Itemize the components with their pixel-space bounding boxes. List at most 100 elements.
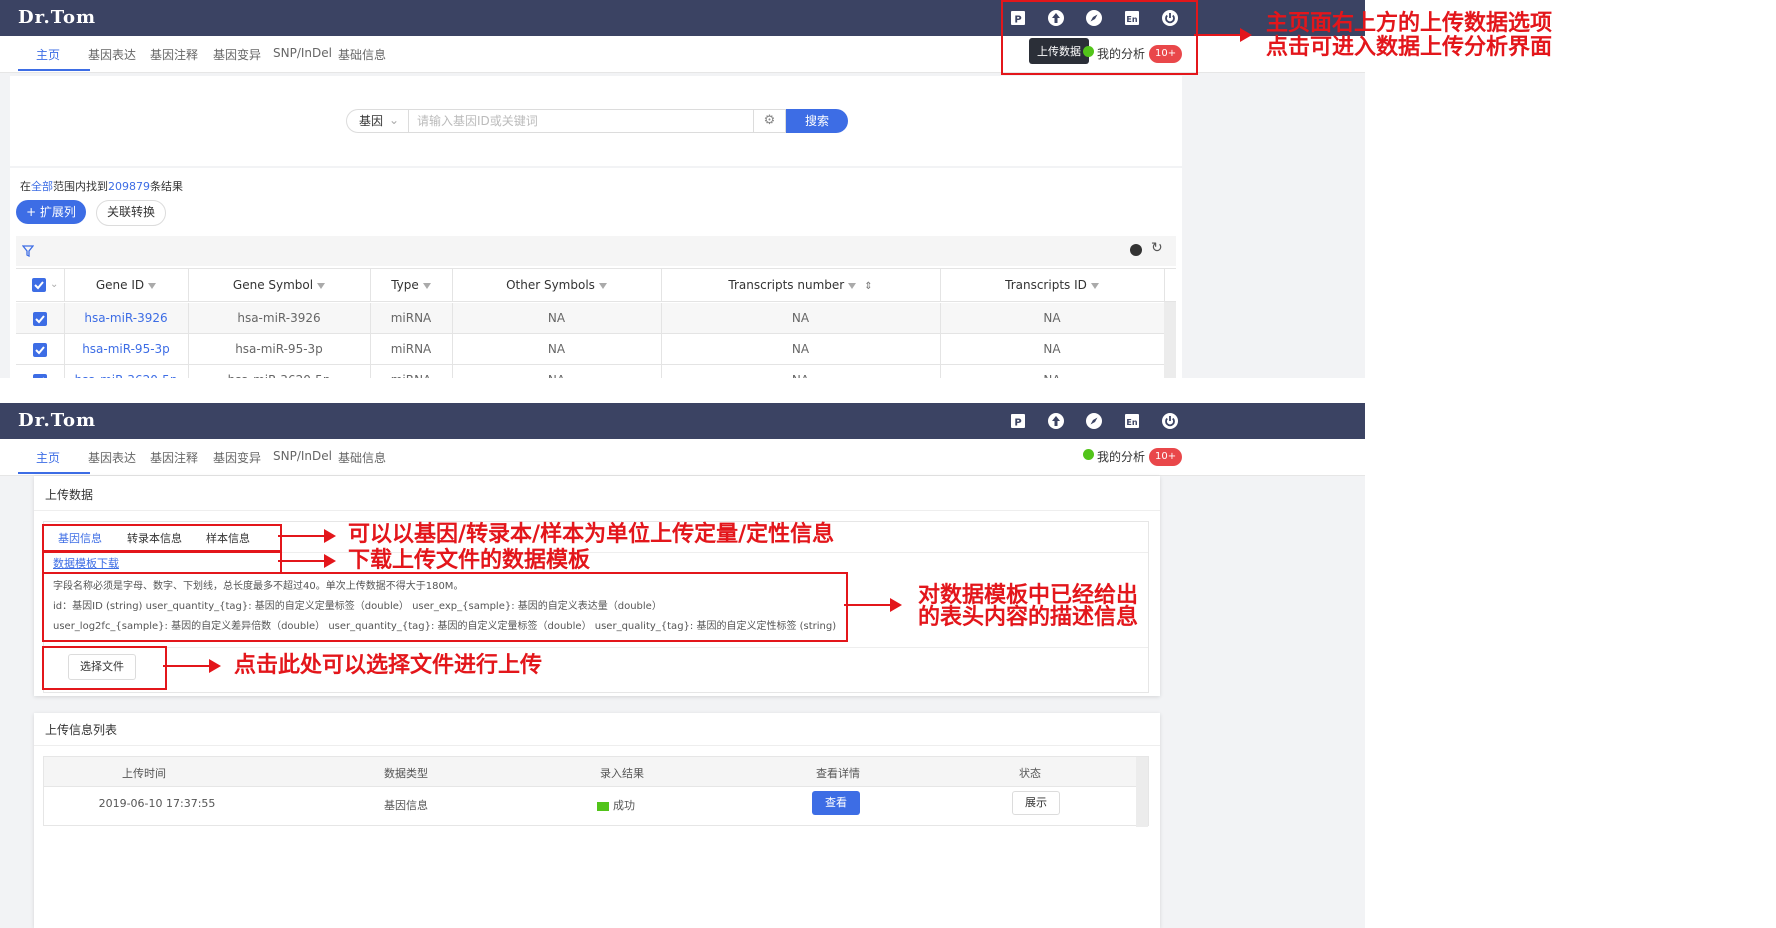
active-tab-underline [18, 472, 90, 474]
table-header: ⌄ Gene ID Gene Symbol Type Other Symbols… [16, 269, 1176, 302]
search-type-select[interactable]: 基因 ⌄ [346, 109, 410, 133]
row-checkbox[interactable] [33, 343, 47, 357]
upload-list-scrollbar[interactable] [1136, 757, 1148, 827]
analysis-count-badge: 10+ [1149, 448, 1183, 466]
cell-gene-symbol: hsa-miR-3926 [188, 303, 371, 334]
expand-columns-button[interactable]: + 扩展列 [16, 200, 86, 224]
callout-arrow-choose [163, 659, 221, 673]
table-row[interactable]: hsa-miR-3926 hsa-miR-3926 miRNA NA NA NA [16, 303, 1165, 334]
result-scope: 全部 [31, 180, 53, 193]
tab-gene-expression[interactable]: 基因表达 [88, 449, 136, 466]
filter-icon[interactable] [317, 282, 326, 289]
col-view-detail: 查看详情 [816, 767, 860, 780]
header-gene-id[interactable]: Gene ID [64, 269, 189, 302]
cell-transcripts-number: NA [661, 365, 941, 378]
filter-icon[interactable] [1090, 282, 1099, 289]
header-label: Gene Symbol [232, 278, 314, 292]
select-all-checkbox[interactable] [32, 278, 46, 292]
filter-icon[interactable] [598, 282, 607, 289]
svg-text:En: En [1126, 418, 1137, 427]
settings-icon[interactable]: ⚙ [754, 109, 786, 133]
tab-gene-expression[interactable]: 基因表达 [88, 46, 136, 63]
tab-snp-indel[interactable]: SNP/InDel [273, 449, 332, 463]
search-type-label: 基因 [359, 114, 384, 128]
cell-gene-symbol: hsa-miR-95-3p [188, 334, 371, 365]
callout-box-upload [1001, 0, 1198, 75]
chevron-down-icon: ⌄ [389, 113, 400, 127]
success-icon [597, 801, 609, 811]
cell-transcripts-id: NA [940, 365, 1165, 378]
file-divider [44, 647, 1148, 648]
header-type[interactable]: Type [370, 269, 453, 302]
refresh-icon[interactable]: ↻ [1151, 240, 1163, 256]
tab-gene-variation[interactable]: 基因变异 [213, 46, 261, 63]
cell-type: miRNA [370, 303, 453, 334]
cell-type: miRNA [370, 334, 453, 365]
table-toolbar: ↻ [16, 236, 1176, 266]
upload-list-table: 上传时间 数据类型 录入结果 查看详情 状态 2019-06-10 17:37:… [43, 756, 1149, 827]
table-scrollbar[interactable] [1164, 302, 1176, 378]
tab-gene-variation[interactable]: 基因变异 [213, 449, 261, 466]
sort-icon[interactable]: ⇕ [864, 281, 872, 292]
tab-home[interactable]: 主页 [36, 449, 60, 466]
tab-basic-info[interactable]: 基础信息 [338, 46, 386, 63]
upload-card-divider [34, 510, 1160, 511]
header-gene-symbol[interactable]: Gene Symbol [188, 269, 371, 302]
header-label: Other Symbols [506, 278, 595, 292]
header-label: Transcripts number [728, 278, 845, 292]
cell-gene-id[interactable]: hsa-miR-95-3p [64, 334, 189, 365]
search-panel: 基因 ⌄ 请输入基因ID或关键词 ⚙ 搜索 [10, 76, 1182, 166]
compass-icon[interactable] [1084, 411, 1104, 431]
cell-gene-id[interactable]: hsa-miR-3620-5p [64, 365, 189, 378]
search-input[interactable]: 请输入基因ID或关键词 [408, 109, 754, 133]
upload-list-card: 上传信息列表 上传时间 数据类型 录入结果 查看详情 状态 2019-06-10… [34, 713, 1160, 928]
results-panel: 在全部范围内找到209879条结果 + 扩展列 关联转换 ↻ ⌄ Gene ID… [10, 168, 1182, 378]
link-convert-button[interactable]: 关联转换 [96, 200, 166, 226]
row-checkbox[interactable] [33, 374, 47, 378]
power-icon[interactable] [1160, 411, 1180, 431]
tab-gene-annotation[interactable]: 基因注释 [150, 449, 198, 466]
annotation-desc-line2: 的表头内容的描述信息 [918, 605, 1139, 630]
upload-icon[interactable] [1046, 411, 1066, 431]
my-analysis-link[interactable]: 我的分析 [1097, 448, 1145, 465]
result-suffix: 条结果 [150, 180, 183, 193]
header-select-col[interactable]: ⌄ [16, 269, 65, 302]
chevron-down-icon[interactable]: ⌄ [50, 268, 58, 301]
callout-arrow-template [278, 554, 336, 568]
filter-icon[interactable] [422, 282, 431, 289]
tab-snp-indel[interactable]: SNP/InDel [273, 46, 332, 60]
tab-home[interactable]: 主页 [36, 46, 60, 63]
header-other-symbols[interactable]: Other Symbols [452, 269, 662, 302]
tab-basic-info[interactable]: 基础信息 [338, 449, 386, 466]
palette-icon[interactable] [1130, 244, 1142, 256]
row-checkbox[interactable] [33, 312, 47, 326]
annotation-choose: 点击此处可以选择文件进行上传 [234, 653, 543, 678]
result-text: 成功 [613, 799, 635, 812]
header-transcripts-id[interactable]: Transcripts ID [940, 269, 1165, 302]
result-count: 209879 [108, 180, 150, 193]
col-upload-time: 上传时间 [122, 767, 166, 780]
show-status-button[interactable]: 展示 [1012, 791, 1060, 815]
filter-icon[interactable] [848, 282, 857, 289]
callout-box-template [42, 551, 282, 574]
filter-icon[interactable] [148, 282, 157, 289]
row-select-cell [16, 303, 65, 334]
table-row[interactable]: hsa-miR-3620-5phsa-miR-3620-5pmiRNANANAN… [16, 365, 1165, 378]
table-row[interactable]: hsa-miR-95-3p hsa-miR-95-3p miRNA NA NA NA [16, 334, 1165, 365]
annotation-subtabs: 可以以基因/转录本/样本为单位上传定量/定性信息 [348, 522, 835, 547]
view-detail-button[interactable]: 查看 [812, 791, 860, 815]
col-status: 状态 [1019, 767, 1041, 780]
p-icon[interactable]: P [1008, 411, 1028, 431]
cell-gene-symbol: hsa-miR-3620-5p [188, 365, 371, 378]
filter-icon[interactable] [21, 242, 35, 261]
result-prefix: 在 [20, 180, 31, 193]
result-summary: 在全部范围内找到209879条结果 [20, 178, 183, 194]
analysis-icon [1083, 449, 1094, 460]
cell-transcripts-id: NA [940, 303, 1165, 334]
header-transcripts-number[interactable]: Transcripts number ⇕ [661, 269, 941, 302]
tab-gene-annotation[interactable]: 基因注释 [150, 46, 198, 63]
language-en-icon[interactable]: En [1122, 411, 1142, 431]
table-row: 2019-06-10 17:37:55 基因信息 成功 查看 展示 [44, 788, 1136, 820]
search-button[interactable]: 搜索 [786, 109, 848, 133]
cell-gene-id[interactable]: hsa-miR-3926 [64, 303, 189, 334]
